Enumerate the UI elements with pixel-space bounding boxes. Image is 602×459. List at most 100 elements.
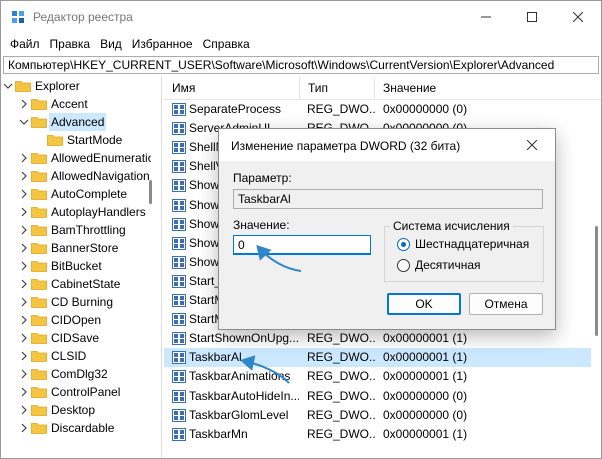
column-header-name[interactable]: Имя [164, 76, 300, 100]
cell-type: REG_DWO... [307, 331, 375, 346]
tree-item[interactable]: BitBucket [1, 257, 161, 275]
column-header-value[interactable]: Значение [375, 76, 601, 100]
maximize-button[interactable] [509, 1, 555, 33]
hex-radio-label[interactable]: Шестнадцатеричная [415, 237, 529, 251]
cancel-button[interactable]: Отмена [469, 293, 543, 315]
folder-icon [31, 387, 47, 398]
dialog-close-button[interactable] [509, 129, 555, 161]
folder-icon [31, 243, 47, 254]
chevron-right-icon[interactable] [19, 296, 29, 308]
cell-value: 0x00000001 (1) [383, 426, 468, 441]
menu-file[interactable]: Файл [5, 34, 45, 54]
chevron-right-icon[interactable] [19, 332, 29, 344]
chevron-right-icon[interactable] [19, 188, 29, 200]
close-button[interactable] [555, 1, 601, 33]
tree-item[interactable]: BamThrottling [1, 221, 161, 239]
dword-value-icon [172, 141, 186, 155]
param-label: Параметр: [233, 171, 292, 185]
tree-item-label: ControlPanel [51, 385, 121, 399]
tree-item[interactable]: Advanced [1, 113, 161, 131]
dword-value-icon [172, 122, 186, 136]
column-header-type[interactable]: Тип [300, 76, 375, 100]
chevron-right-icon[interactable] [19, 314, 29, 326]
table-row[interactable]: TaskbarAl REG_DWO... 0x00000001 (1) [164, 348, 601, 368]
dec-radio-label[interactable]: Десятичная [415, 258, 481, 272]
list-scrollbar-thumb[interactable] [595, 226, 598, 336]
table-row[interactable]: StartShownOnUpg... REG_DWO... 0x00000001 (… [164, 329, 601, 348]
hex-radio[interactable] [397, 238, 410, 251]
tree-item-label: CLSID [51, 349, 87, 363]
tree-item-label: CD Burning [51, 295, 114, 309]
tree-item[interactable]: BannerStore [1, 239, 161, 257]
chevron-right-icon[interactable] [19, 152, 29, 164]
folder-icon [15, 81, 31, 92]
dword-value-icon [172, 294, 186, 307]
table-row[interactable]: TaskbarAutoHideIn... REG_DWO... 0x00000000… [164, 387, 601, 406]
tree-item[interactable]: CD Burning [1, 293, 161, 311]
cell-name: TaskbarMn [189, 426, 248, 441]
tree-item[interactable]: Discardable [1, 419, 161, 437]
menu-bar: Файл Правка Вид Избранное Справка [1, 33, 601, 55]
chevron-right-icon[interactable] [19, 260, 29, 272]
tree-item[interactable]: AllowedNavigation [1, 167, 161, 185]
ok-button[interactable]: OK [387, 293, 461, 315]
table-row[interactable]: TaskbarAnimations REG_DWO... 0x00000001 (1… [164, 367, 601, 386]
dword-value-icon [172, 160, 186, 174]
tree-item[interactable]: CLSID [1, 347, 161, 365]
dec-radio[interactable] [397, 259, 410, 272]
tree-item[interactable]: Explorer [1, 77, 161, 95]
chevron-right-icon[interactable] [19, 278, 29, 290]
tree-item[interactable]: CIDSave [1, 329, 161, 347]
tree-item[interactable]: CIDOpen [1, 311, 161, 329]
table-row[interactable]: SeparateProcess REG_DWO... 0x00000000 (0) [164, 100, 601, 119]
tree-item[interactable]: Desktop [1, 401, 161, 419]
address-bar[interactable]: Компьютер\HKEY_CURRENT_USER\Software\Mic… [3, 56, 599, 74]
menu-view[interactable]: Вид [95, 34, 127, 54]
tree-item-label: BitBucket [51, 259, 102, 273]
chevron-right-icon[interactable] [19, 422, 29, 434]
tree-item[interactable]: CabinetState [1, 275, 161, 293]
chevron-right-icon[interactable] [19, 368, 29, 380]
close-icon [573, 12, 583, 22]
folder-icon [31, 405, 47, 416]
minimize-button[interactable] [463, 1, 509, 33]
chevron-right-icon[interactable] [19, 386, 29, 398]
tree-item[interactable]: ControlPanel [1, 383, 161, 401]
edit-dword-dialog: Изменение параметра DWORD (32 бита) Пара… [218, 128, 556, 330]
folder-icon [31, 423, 47, 434]
tree-scrollbar-thumb[interactable] [149, 180, 152, 204]
chevron-down-icon[interactable] [3, 80, 13, 92]
chevron-right-icon[interactable] [19, 170, 29, 182]
dword-value-icon [172, 236, 186, 250]
chevron-right-icon[interactable] [19, 224, 29, 236]
table-row[interactable]: TaskbarMn REG_DWO... 0x00000001 (1) [164, 425, 601, 444]
folder-icon [31, 297, 47, 308]
table-row[interactable]: TaskbarGlomLevel REG_DWO... 0x00000000 (0) [164, 406, 601, 425]
value-input[interactable]: 0 [233, 235, 371, 255]
tree-item[interactable]: Accent [1, 95, 161, 113]
tree-scrollbar[interactable] [151, 76, 161, 458]
tree-item[interactable]: AutoComplete [1, 185, 161, 203]
cell-value: 0x00000000 (0) [383, 407, 468, 422]
dialog-title-bar: Изменение параметра DWORD (32 бита) [219, 129, 555, 161]
menu-help[interactable]: Справка [198, 34, 255, 54]
menu-edit[interactable]: Правка [45, 34, 96, 54]
tree-item-label: AutoComplete [51, 187, 128, 201]
folder-icon [31, 225, 47, 236]
dword-value-icon [172, 389, 186, 403]
chevron-right-icon[interactable] [19, 98, 29, 110]
dword-value-icon [172, 103, 186, 116]
chevron-right-icon[interactable] [19, 404, 29, 416]
tree-item[interactable]: ComDlg32 [1, 365, 161, 383]
tree-item[interactable]: StartMode [1, 131, 161, 149]
cell-value: 0x00000000 (0) [383, 102, 468, 116]
chevron-right-icon[interactable] [19, 350, 29, 362]
chevron-right-icon[interactable] [19, 242, 29, 254]
chevron-down-icon[interactable] [19, 116, 29, 128]
chevron-right-icon[interactable] [19, 206, 29, 218]
menu-favorites[interactable]: Избранное [127, 34, 198, 54]
tree-item[interactable]: AllowedEnumeratio [1, 149, 161, 167]
tree-item[interactable]: AutoplayHandlers [1, 203, 161, 221]
title-bar: Редактор реестра [1, 1, 601, 33]
cell-type: REG_DWO... [307, 407, 375, 422]
